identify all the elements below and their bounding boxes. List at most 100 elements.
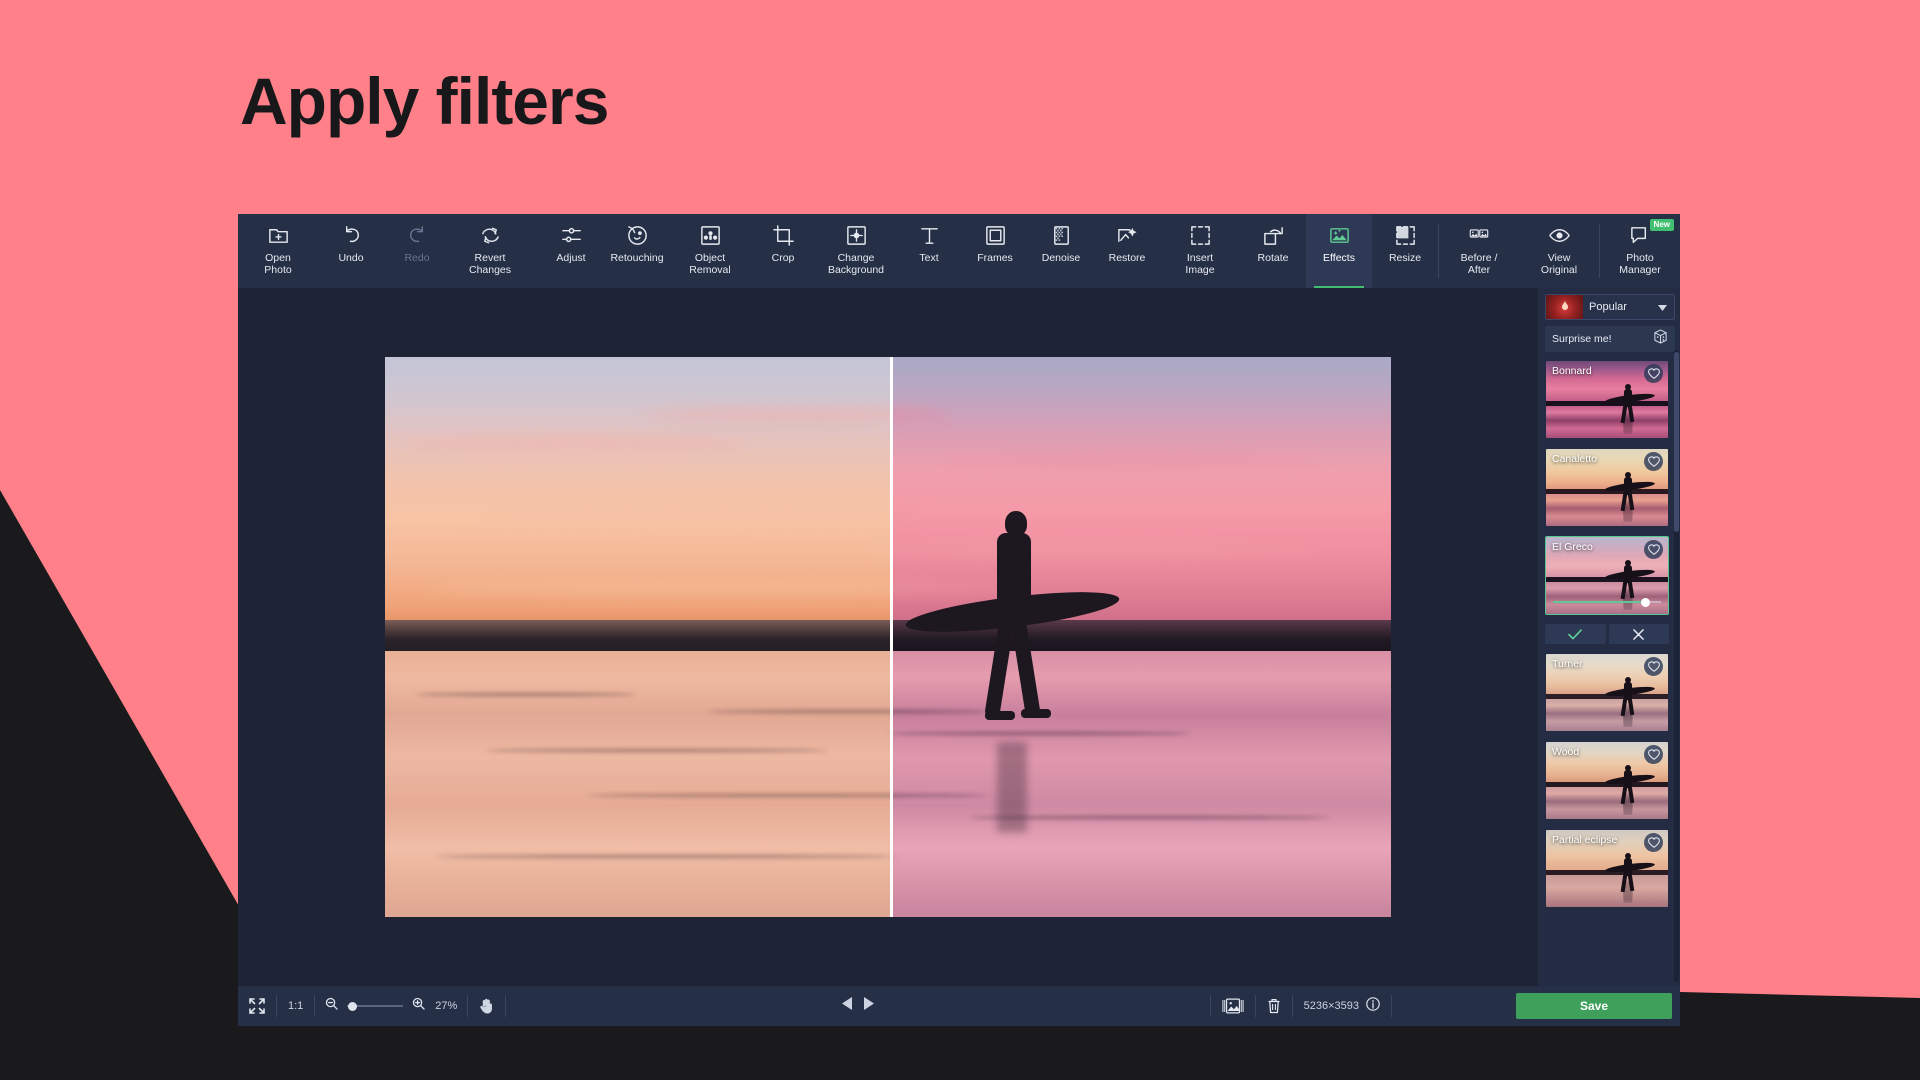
filter-card[interactable]: Canaletto [1545, 448, 1669, 527]
toolbar-button-before-after[interactable]: Before /After [1439, 214, 1519, 288]
scrollbar-thumb[interactable] [1674, 352, 1679, 532]
heart-icon[interactable] [1644, 745, 1663, 764]
zoom-slider[interactable] [347, 1005, 403, 1007]
toolbar-button-text[interactable]: Text [896, 214, 962, 288]
previous-arrow-icon[interactable] [841, 997, 853, 1015]
rotate-icon [1262, 223, 1285, 247]
photo-manager-icon [1629, 223, 1652, 247]
toolbar-button-denoise[interactable]: Denoise [1028, 214, 1094, 288]
cancel-filter-button[interactable] [1609, 624, 1670, 644]
main-toolbar: OpenPhoto Undo Redo RevertChanges Adjust Ret… [238, 214, 1680, 288]
toolbar-button-label: Redo [404, 252, 429, 264]
object-removal-icon [699, 223, 722, 247]
flame-icon [1546, 295, 1583, 319]
toolbar-button-label: InsertImage [1185, 252, 1214, 276]
filter-card[interactable]: Wood [1545, 741, 1669, 820]
toolbar-button-crop[interactable]: Crop [750, 214, 816, 288]
toolbar-button-frames[interactable]: Frames [962, 214, 1028, 288]
image-dimensions-label: 5236×3593 [1304, 1000, 1359, 1012]
photo-preview[interactable] [385, 357, 1391, 917]
filmstrip-button[interactable] [1211, 986, 1255, 1026]
filter-thumbnail: Wood [1546, 742, 1668, 819]
zoom-in-icon[interactable] [412, 997, 425, 1015]
filter-card[interactable]: Turner [1545, 653, 1669, 732]
resize-icon [1394, 223, 1417, 247]
delete-button[interactable] [1256, 986, 1292, 1026]
toolbar-button-adjust[interactable]: Adjust [538, 214, 604, 288]
zoom-slider-knob[interactable] [348, 1002, 357, 1011]
toolbar-button-change-background[interactable]: ChangeBackground [816, 214, 896, 288]
fit-to-screen-button[interactable] [238, 986, 276, 1026]
filter-intensity-slider[interactable] [1546, 595, 1668, 609]
toolbar-tools-group: Adjust RetouchingObjectRemovalCropChangeB… [538, 214, 1438, 288]
heart-icon[interactable] [1644, 364, 1663, 383]
toolbar-button-label: RevertChanges [469, 252, 511, 276]
open-photo-icon [267, 223, 290, 247]
toolbar-view-group: Before /After ViewOriginal PhotoManagerNew [1438, 214, 1680, 288]
photo-editor-window: OpenPhoto Undo Redo RevertChanges Adjust Ret… [238, 214, 1680, 1026]
heart-icon[interactable] [1644, 452, 1663, 471]
info-icon[interactable] [1366, 997, 1380, 1016]
toolbar-button-effects[interactable]: Effects [1306, 214, 1372, 288]
filter-card[interactable]: Bonnard [1545, 360, 1669, 439]
editor-body: Popular Surprise me! [238, 288, 1680, 986]
toolbar-button-label: Undo [338, 252, 363, 264]
filter-list-scrollbar[interactable] [1674, 350, 1679, 982]
toolbar-button-undo[interactable]: Undo [318, 214, 384, 288]
toolbar-button-insert-image[interactable]: InsertImage [1160, 214, 1240, 288]
actual-size-button[interactable]: 1:1 [277, 986, 314, 1026]
toolbar-history-group: OpenPhoto Undo Redo RevertChanges [238, 214, 530, 288]
hand-tool-icon [479, 998, 494, 1014]
image-dimensions: 5236×3593 [1293, 986, 1391, 1026]
hand-tool-button[interactable] [468, 986, 505, 1026]
toolbar-button-restore[interactable]: Restore [1094, 214, 1160, 288]
preset-category-dropdown[interactable]: Popular [1545, 294, 1675, 320]
heart-icon[interactable] [1644, 833, 1663, 852]
new-badge: New [1650, 219, 1674, 231]
toolbar-button-rotate[interactable]: Rotate [1240, 214, 1306, 288]
heart-icon[interactable] [1644, 657, 1663, 676]
retouching-icon [626, 223, 649, 247]
toolbar-button-label: Restore [1109, 252, 1146, 264]
filter-thumbnail: El Greco [1546, 537, 1668, 614]
slider-knob[interactable] [1641, 598, 1650, 607]
toolbar-button-photo-manager[interactable]: PhotoManagerNew [1600, 214, 1680, 288]
toolbar-button-object-removal[interactable]: ObjectRemoval [670, 214, 750, 288]
toolbar-button-label: Denoise [1042, 252, 1081, 264]
zoom-out-icon[interactable] [325, 997, 338, 1015]
chevron-down-icon [1658, 298, 1667, 316]
toolbar-button-label: Text [919, 252, 938, 264]
heart-icon[interactable] [1644, 540, 1663, 559]
effects-icon [1328, 223, 1351, 247]
sliders-icon [560, 223, 583, 247]
photo-before-half [385, 357, 890, 917]
apply-filter-button[interactable] [1545, 624, 1606, 644]
toolbar-button-revert-changes[interactable]: RevertChanges [450, 214, 530, 288]
filter-thumbnail: Turner [1546, 654, 1668, 731]
image-canvas[interactable] [238, 288, 1538, 986]
next-arrow-icon[interactable] [863, 997, 875, 1015]
filter-name: El Greco [1552, 541, 1593, 553]
toolbar-button-label: Adjust [556, 252, 585, 264]
toolbar-button-label: Rotate [1258, 252, 1289, 264]
filter-card[interactable]: El Greco [1545, 536, 1669, 615]
save-button[interactable]: Save [1516, 993, 1672, 1019]
dice-icon [1653, 329, 1668, 349]
denoise-icon [1050, 223, 1073, 247]
toolbar-button-label: ViewOriginal [1541, 252, 1577, 276]
filmstrip-icon [1222, 998, 1244, 1014]
restore-icon [1116, 223, 1139, 247]
filter-card[interactable]: Partial eclipse [1545, 829, 1669, 908]
toolbar-button-label: Before /After [1461, 252, 1498, 276]
toolbar-button-retouching[interactable]: Retouching [604, 214, 670, 288]
toolbar-button-open-photo[interactable]: OpenPhoto [238, 214, 318, 288]
surprise-me-button[interactable]: Surprise me! [1545, 326, 1675, 352]
surprise-me-label: Surprise me! [1552, 333, 1653, 345]
toolbar-button-resize[interactable]: Resize [1372, 214, 1438, 288]
toolbar-button-view-original[interactable]: ViewOriginal [1519, 214, 1599, 288]
zoom-controls[interactable]: 27% [315, 986, 467, 1026]
trash-icon [1267, 998, 1281, 1014]
filter-list[interactable]: Bonnard Canaletto El G [1545, 360, 1675, 982]
before-after-divider[interactable] [890, 357, 893, 917]
fit-to-screen-icon [249, 998, 265, 1014]
